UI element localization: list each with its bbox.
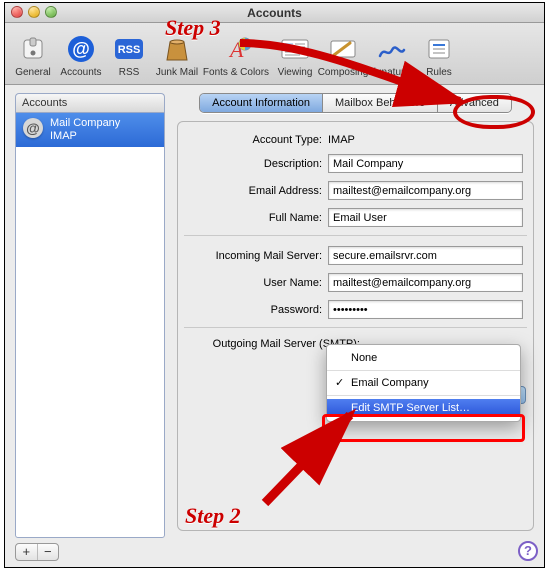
zoom-window-button[interactable] <box>45 6 57 18</box>
signatures-icon <box>375 33 407 65</box>
window-frame: Accounts General @ Accounts RSS RSS Junk… <box>4 2 545 568</box>
fullname-input[interactable] <box>328 208 523 227</box>
password-label: Password: <box>188 304 328 316</box>
toolbar-accounts[interactable]: @ Accounts <box>57 24 105 80</box>
tab-advanced[interactable]: Advanced <box>437 94 511 112</box>
account-detail-pane: Account Information Mailbox Behaviors Ad… <box>177 93 534 557</box>
close-window-button[interactable] <box>11 6 23 18</box>
incoming-server-input[interactable] <box>328 246 523 265</box>
menu-separator <box>327 395 520 396</box>
toolbar-label: Rules <box>426 67 452 78</box>
remove-account-button[interactable]: − <box>37 544 59 560</box>
toolbar-label: General <box>15 67 51 78</box>
titlebar: Accounts <box>5 3 544 23</box>
sidebar-heading: Accounts <box>15 93 165 112</box>
at-icon: @ <box>65 33 97 65</box>
smtp-menu-edit-list[interactable]: Edit SMTP Server List… <box>327 399 520 417</box>
accounts-sidebar-group: Accounts @ Mail Company IMAP <box>15 93 165 539</box>
minimize-window-button[interactable] <box>28 6 40 18</box>
toolbar-fonts-colors[interactable]: A Fonts & Colors <box>201 24 271 80</box>
toolbar-general[interactable]: General <box>9 24 57 80</box>
window-body: Accounts @ Mail Company IMAP + − Accoun <box>5 85 544 567</box>
tab-account-information[interactable]: Account Information <box>200 94 322 112</box>
svg-text:@: @ <box>26 120 40 136</box>
toolbar-signatures[interactable]: Signatures <box>367 24 415 80</box>
toolbar-label: Viewing <box>278 67 313 78</box>
fullname-label: Full Name: <box>188 212 328 224</box>
username-input[interactable] <box>328 273 523 292</box>
email-input[interactable] <box>328 181 523 200</box>
toolbar-rules[interactable]: Rules <box>415 24 463 80</box>
separator <box>184 235 527 236</box>
smtp-menu-none[interactable]: None <box>327 349 520 367</box>
toolbar-label: RSS <box>119 67 140 78</box>
toolbar-composing[interactable]: Composing <box>319 24 367 80</box>
menu-separator <box>327 370 520 371</box>
viewing-icon <box>279 33 311 65</box>
add-account-button[interactable]: + <box>16 544 37 560</box>
separator <box>184 327 527 328</box>
composing-icon <box>327 33 359 65</box>
rules-icon <box>423 33 455 65</box>
account-name: Mail Company <box>50 117 120 129</box>
account-tabs: Account Information Mailbox Behaviors Ad… <box>199 93 512 113</box>
toolbar-label: Accounts <box>60 67 101 78</box>
add-remove-bar: + − <box>15 543 59 561</box>
at-icon: @ <box>22 117 44 139</box>
account-type-label: Account Type: <box>188 134 328 146</box>
username-label: User Name: <box>188 277 328 289</box>
tab-mailbox-behaviors[interactable]: Mailbox Behaviors <box>322 94 437 112</box>
account-protocol: IMAP <box>50 130 77 142</box>
smtp-dropdown-menu: None Email Company Edit SMTP Server List… <box>326 344 521 422</box>
description-label: Description: <box>188 158 328 170</box>
toolbar-label: Signatures <box>367 67 415 78</box>
junkmail-icon <box>161 33 193 65</box>
account-item[interactable]: @ Mail Company IMAP <box>16 113 164 147</box>
svg-text:RSS: RSS <box>118 44 141 56</box>
fonts-icon: A <box>220 33 252 65</box>
toolbar-label: Junk Mail <box>156 67 198 78</box>
help-button[interactable]: ? <box>518 541 538 561</box>
account-item-text: Mail Company IMAP <box>50 117 120 143</box>
toolbar-viewing[interactable]: Viewing <box>271 24 319 80</box>
password-input[interactable] <box>328 300 523 319</box>
svg-text:@: @ <box>72 39 90 59</box>
toolbar-junkmail[interactable]: Junk Mail <box>153 24 201 80</box>
incoming-label: Incoming Mail Server: <box>188 250 328 262</box>
toolbar-rss[interactable]: RSS RSS <box>105 24 153 80</box>
toolbar-label: Fonts & Colors <box>203 67 269 78</box>
preferences-toolbar: General @ Accounts RSS RSS Junk Mail A F… <box>5 23 544 85</box>
traffic-lights <box>11 6 57 18</box>
email-label: Email Address: <box>188 185 328 197</box>
window-title: Accounts <box>5 3 544 23</box>
description-input[interactable] <box>328 154 523 173</box>
rss-icon: RSS <box>113 33 145 65</box>
accounts-list[interactable]: @ Mail Company IMAP <box>15 112 165 538</box>
account-type-value: IMAP <box>328 134 523 146</box>
account-info-form: Account Type: IMAP Description: Email Ad… <box>177 121 534 531</box>
toolbar-label: Composing <box>318 67 369 78</box>
switch-icon <box>17 33 49 65</box>
smtp-menu-selected[interactable]: Email Company <box>327 374 520 392</box>
